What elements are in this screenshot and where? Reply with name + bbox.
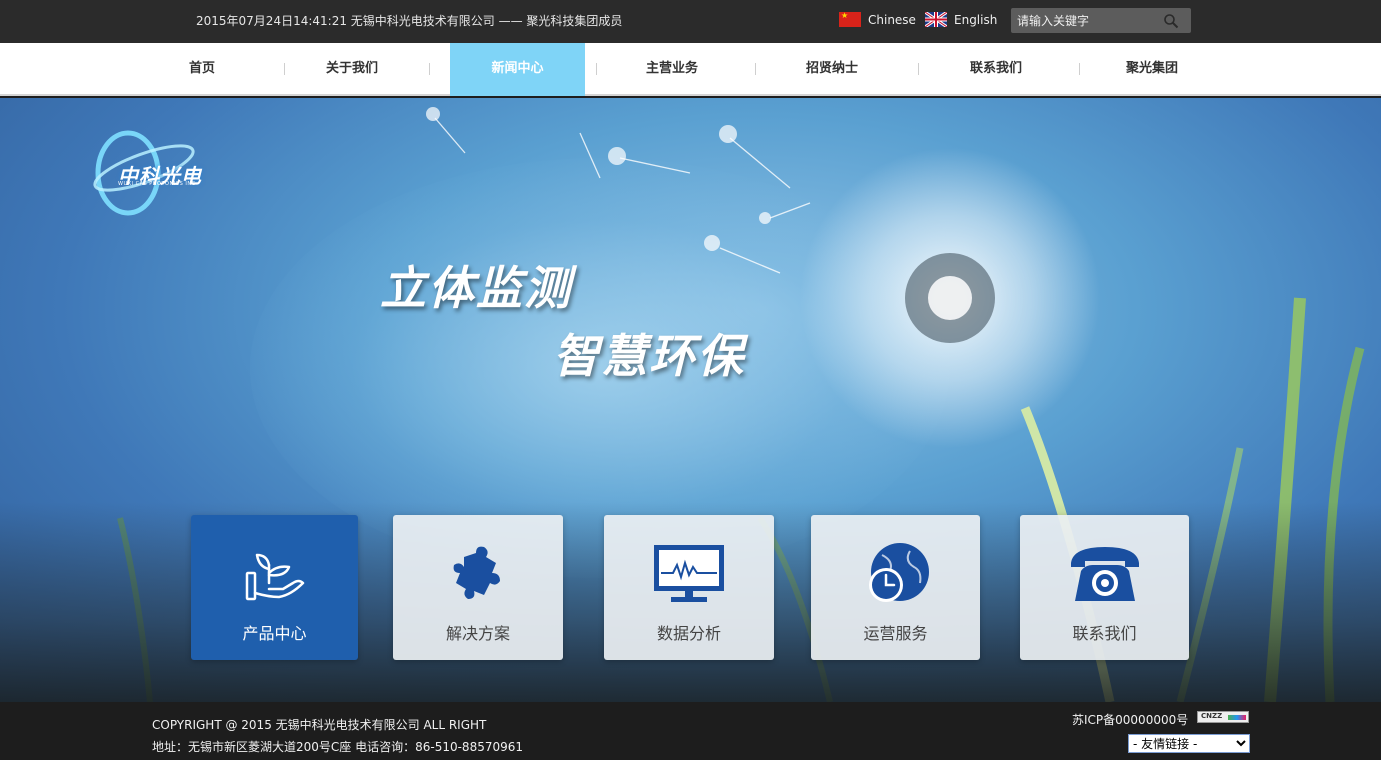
nav-item-careers[interactable]: 招贤纳士 <box>770 43 894 96</box>
footer-copyright: COPYRIGHT @ 2015 无锡中科光电技术有限公司 ALL RIGHT <box>152 718 487 732</box>
nav-item-about[interactable]: 关于我们 <box>290 43 414 96</box>
nav-item-news[interactable]: 新闻中心 <box>450 43 585 96</box>
friendly-links-select[interactable]: - 友情链接 - <box>1128 734 1250 753</box>
company-logo-subtext: WUXI CAS PHOTONICS INC <box>118 181 196 187</box>
search-icon[interactable] <box>1163 13 1179 29</box>
nav-divider <box>1079 63 1080 75</box>
footer-address: 地址：无锡市新区菱湖大道200号C座 电话咨询：86-510-88570961 <box>152 740 524 754</box>
tile-operation-service[interactable]: 运营服务 <box>811 515 980 660</box>
nav-divider <box>596 63 597 75</box>
footer-icp[interactable]: 苏ICP备00000000号 <box>1072 711 1188 728</box>
slogan-line-1: 立体监测 <box>380 261 572 315</box>
tile-products-label: 产品中心 <box>242 624 307 643</box>
language-chinese-link[interactable]: Chinese <box>839 12 916 27</box>
top-bar: 2015年07月24日14:41:21 无锡中科光电技术有限公司 —— 聚光科技… <box>0 0 1381 43</box>
nav-divider <box>755 63 756 75</box>
search-input[interactable] <box>1017 11 1157 30</box>
main-nav: 首页 关于我们 新闻中心 主营业务 招贤纳士 联系我们 聚光集团 <box>0 43 1381 96</box>
footer: COPYRIGHT @ 2015 无锡中科光电技术有限公司 ALL RIGHT … <box>0 702 1381 760</box>
tile-solutions[interactable]: 解决方案 <box>393 515 563 660</box>
nav-item-business[interactable]: 主营业务 <box>610 43 734 96</box>
date-company-info: 2015年07月24日14:41:21 无锡中科光电技术有限公司 —— 聚光科技… <box>196 14 623 28</box>
search-box <box>1011 8 1191 33</box>
slogan-line-2: 智慧环保 <box>553 329 745 383</box>
nav-item-contact[interactable]: 联系我们 <box>934 43 1058 96</box>
cnzz-badge-icon[interactable]: CNZZ <box>1197 711 1249 723</box>
china-flag-icon <box>839 12 861 27</box>
tile-products[interactable]: 产品中心 <box>191 515 358 660</box>
telephone-icon <box>1070 547 1139 601</box>
monitor-chart-icon <box>654 545 724 602</box>
globe-clock-icon <box>868 543 929 602</box>
nav-divider <box>918 63 919 75</box>
tile-data-analysis-label: 数据分析 <box>656 624 721 643</box>
uk-flag-icon <box>925 12 947 27</box>
language-chinese-label: Chinese <box>868 12 916 27</box>
nav-item-home[interactable]: 首页 <box>152 43 252 96</box>
nav-divider <box>284 63 285 75</box>
tile-data-analysis[interactable]: 数据分析 <box>604 515 774 660</box>
language-english-link[interactable]: English <box>925 12 997 27</box>
tile-solutions-label: 解决方案 <box>445 624 510 643</box>
language-english-label: English <box>954 12 998 27</box>
nav-item-group[interactable]: 聚光集团 <box>1090 43 1214 96</box>
cnzz-badge-label: CNZZ <box>1201 712 1223 720</box>
tile-contact-us-label: 联系我们 <box>1072 624 1137 643</box>
tile-operation-service-label: 运营服务 <box>863 624 928 643</box>
puzzle-icon <box>453 546 500 599</box>
nav-divider <box>429 63 430 75</box>
plant-hand-icon <box>245 553 304 601</box>
tile-contact-us[interactable]: 联系我们 <box>1020 515 1189 660</box>
